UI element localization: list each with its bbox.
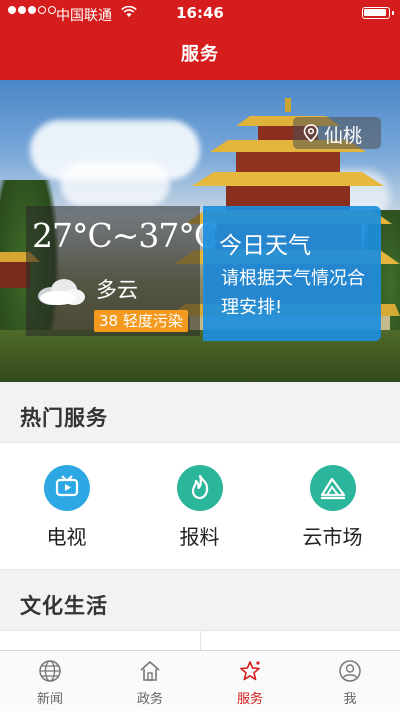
top-bar: 中国联通 16:46 服务 <box>0 0 400 80</box>
service-tv[interactable]: 电视 <box>0 443 133 571</box>
app-root: 中国联通 16:46 服务 仙桃 27°C~37°C 多云 38 轻度污染 今日… <box>0 0 400 711</box>
star-icon <box>240 661 260 681</box>
tab-label: 新闻 <box>36 692 63 707</box>
service-label: 云市场 <box>302 525 363 549</box>
globe-icon <box>39 660 61 682</box>
battery-icon <box>362 7 394 19</box>
page-title: 服务 <box>181 44 219 65</box>
section-title: 文化生活 <box>20 594 108 618</box>
weather-tip-title: 今日天气 <box>219 233 311 259</box>
hot-services-grid: 电视 报料 云市场 <box>0 442 400 570</box>
weather-panel[interactable]: 27°C~37°C 多云 38 轻度污染 <box>26 206 219 336</box>
tab-me[interactable]: 我 <box>300 651 400 711</box>
home-icon <box>140 661 160 681</box>
weather-tip-text: 请根据天气情况合理安排! <box>221 268 365 318</box>
location-button[interactable]: 仙桃 <box>293 117 381 149</box>
tab-label: 政务 <box>136 692 163 707</box>
service-cloud-market[interactable]: 云市场 <box>266 443 399 571</box>
location-name: 仙桃 <box>324 125 363 147</box>
tv-icon <box>44 465 90 511</box>
location-pin-icon <box>303 124 319 142</box>
market-icon <box>310 465 356 511</box>
hot-services-header: 热门服务 <box>0 382 400 442</box>
tab-bar: 新闻 政务 服务 我 <box>0 650 400 711</box>
tab-news[interactable]: 新闻 <box>0 651 100 711</box>
temperature-range: 27°C~37°C <box>32 216 219 255</box>
flame-icon <box>177 465 223 511</box>
tab-label: 我 <box>343 692 357 707</box>
air-quality-badge: 38 轻度污染 <box>94 310 188 332</box>
user-icon <box>339 660 361 682</box>
section-title: 热门服务 <box>20 406 108 430</box>
status-bar: 中国联通 16:46 <box>0 0 400 26</box>
tab-services[interactable]: 服务 <box>200 651 300 711</box>
weather-tip-panel[interactable]: 今日天气 请根据天气情况合理安排! <box>203 206 381 341</box>
service-report[interactable]: 报料 <box>133 443 266 571</box>
tab-label: 服务 <box>236 692 263 707</box>
tab-government[interactable]: 政务 <box>100 651 200 711</box>
service-label: 电视 <box>46 525 87 549</box>
culture-grid <box>0 630 400 651</box>
service-label: 报料 <box>179 525 220 549</box>
hero-banner: 仙桃 27°C~37°C 多云 38 轻度污染 今日天气 请根据天气情况合理安排… <box>0 80 400 382</box>
culture-header: 文化生活 <box>0 570 400 630</box>
weather-condition: 多云 <box>96 278 138 302</box>
cloudy-icon <box>38 279 85 305</box>
clock: 16:46 <box>176 4 224 22</box>
